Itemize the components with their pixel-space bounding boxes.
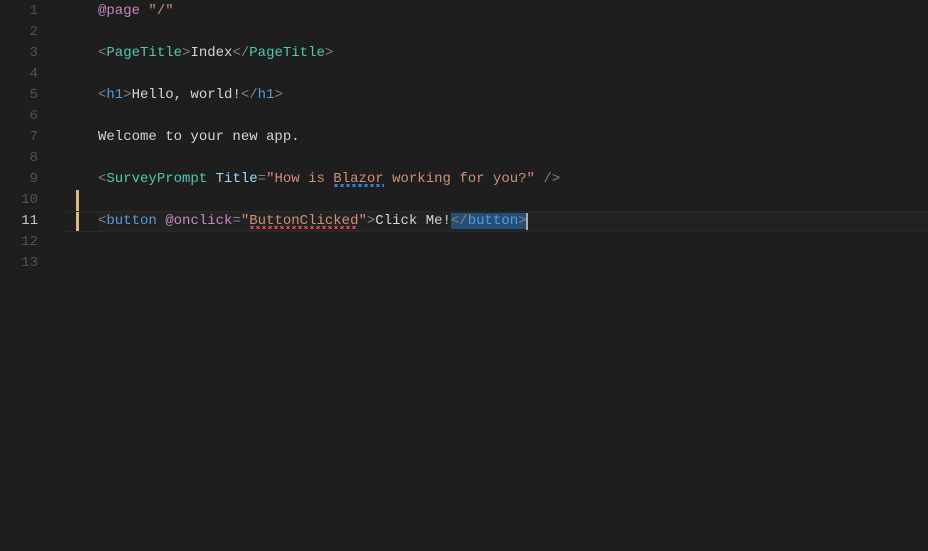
line-number: 8 — [0, 148, 66, 169]
string-literal: "/" — [148, 3, 173, 19]
code-content[interactable]: @page "/" <PageTitle>Index</PageTitle> <… — [66, 0, 928, 551]
error-squiggle: ButtonClicked — [249, 213, 358, 229]
html-tag: h1 — [106, 87, 123, 103]
code-line[interactable] — [98, 106, 928, 127]
text-content: Index — [190, 45, 232, 61]
selection: </button> — [451, 213, 527, 229]
attribute-name: Title — [216, 171, 258, 187]
info-squiggle: Blazor — [333, 171, 383, 187]
line-number: 2 — [0, 22, 66, 43]
line-number: 10 — [0, 190, 66, 211]
code-line[interactable]: <SurveyPrompt Title="How is Blazor worki… — [98, 169, 928, 190]
code-line[interactable] — [98, 64, 928, 85]
code-line[interactable] — [98, 232, 928, 253]
component-tag: SurveyPrompt — [106, 171, 207, 187]
html-tag: button — [468, 213, 518, 229]
code-line[interactable] — [98, 253, 928, 274]
line-number: 12 — [0, 232, 66, 253]
line-number: 5 — [0, 85, 66, 106]
line-number: 4 — [0, 64, 66, 85]
line-number: 13 — [0, 253, 66, 274]
line-number-gutter: 1 2 3 4 5 6 7 8 9 10 11 12 13 — [0, 0, 66, 551]
text-cursor — [526, 213, 528, 230]
razor-directive-attr: @onclick — [165, 213, 232, 229]
line-number: 3 — [0, 43, 66, 64]
code-line[interactable]: <PageTitle>Index</PageTitle> — [98, 43, 928, 64]
code-line-active[interactable]: <button @onclick="ButtonClicked">Click M… — [98, 211, 928, 232]
component-tag: PageTitle — [106, 45, 182, 61]
code-line[interactable]: Welcome to your new app. — [98, 127, 928, 148]
line-number: 9 — [0, 169, 66, 190]
html-tag: h1 — [258, 87, 275, 103]
component-tag: PageTitle — [249, 45, 325, 61]
text-content: Welcome to your new app. — [98, 129, 300, 145]
code-line[interactable]: <h1>Hello, world!</h1> — [98, 85, 928, 106]
code-editor[interactable]: 1 2 3 4 5 6 7 8 9 10 11 12 13 @page "/" … — [0, 0, 928, 551]
razor-directive: @page — [98, 3, 140, 19]
html-tag: button — [106, 213, 156, 229]
vertical-scrollbar[interactable] — [914, 0, 928, 551]
code-line[interactable] — [98, 190, 928, 211]
code-line[interactable] — [98, 22, 928, 43]
line-number: 7 — [0, 127, 66, 148]
text-content: Click Me! — [375, 213, 451, 229]
code-line[interactable]: @page "/" — [98, 1, 928, 22]
line-number: 1 — [0, 1, 66, 22]
text-content: Hello, world! — [132, 87, 241, 103]
line-number-active: 11 — [0, 211, 66, 232]
code-line[interactable] — [98, 148, 928, 169]
line-number: 6 — [0, 106, 66, 127]
